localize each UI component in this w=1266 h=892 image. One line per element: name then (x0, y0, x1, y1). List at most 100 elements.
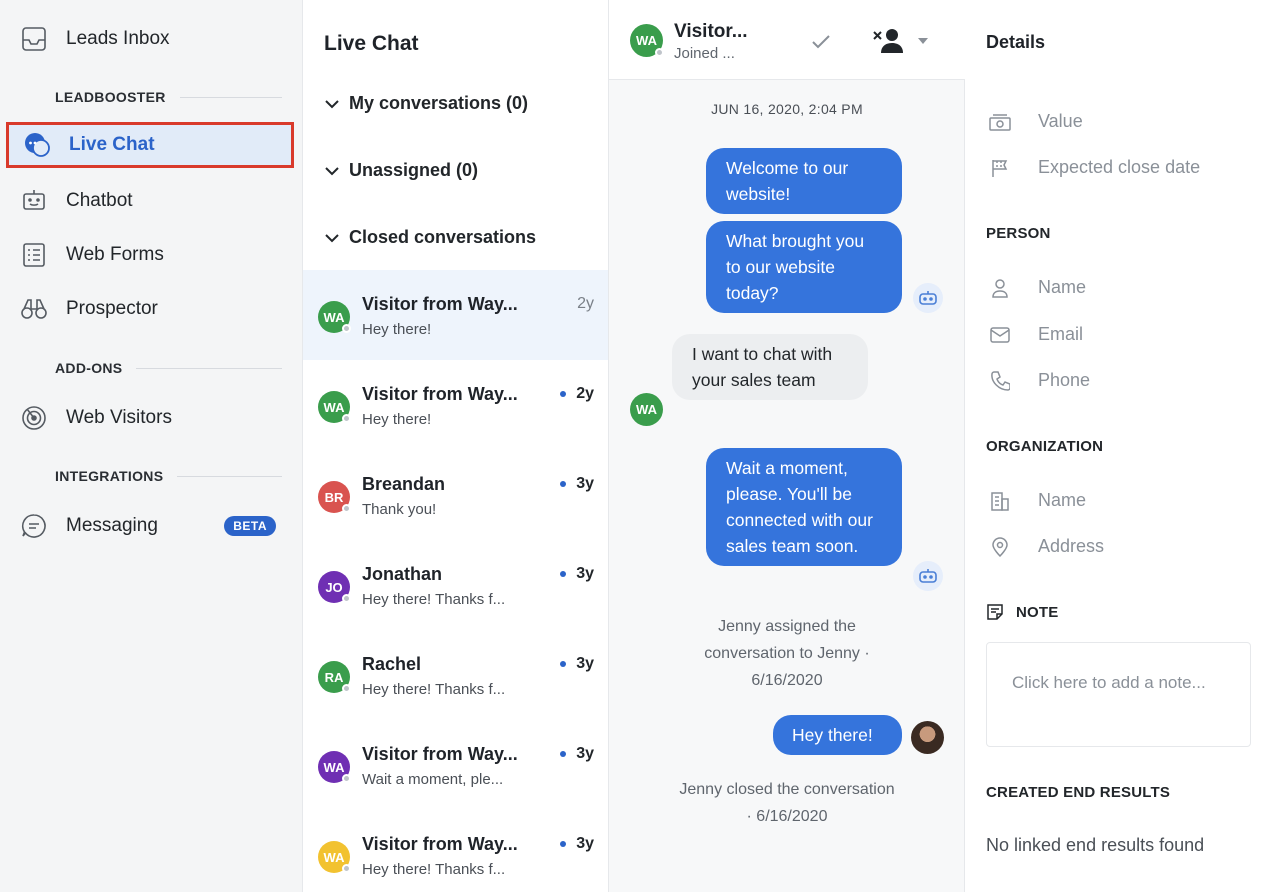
status-dot (342, 324, 351, 333)
live-chat-icon (23, 131, 51, 159)
conversation-name: Rachel (362, 654, 422, 674)
field-person-phone[interactable]: Phone (986, 370, 1090, 391)
conversation-time: 3y (560, 745, 594, 763)
unread-dot (560, 661, 567, 667)
conversation-item[interactable]: WA Visitor from Way... Hey there! 2y (303, 360, 608, 450)
field-org-name[interactable]: Name (986, 490, 1086, 511)
conversation-name: Visitor from Way... (362, 744, 518, 764)
chat-panel: WA Visitor... Joined ... JUN 16, 2020, 2… (609, 0, 965, 892)
visitor-avatar: WA (630, 24, 664, 57)
conversation-item[interactable]: WA Visitor from Way... Hey there! Thanks… (303, 810, 608, 892)
section-created-end-results: CREATED END RESULTS (986, 784, 1171, 801)
conversation-item[interactable]: WA Visitor from Way... Wait a moment, pl… (303, 720, 608, 810)
field-person-email-label: Email (1038, 324, 1084, 344)
nav-live-chat[interactable]: Live Chat (6, 122, 294, 168)
binoculars-icon (20, 295, 48, 323)
phone-icon (986, 370, 1014, 391)
conversation-item[interactable]: BR Breandan Thank you! 3y (303, 450, 608, 540)
nav-leads-inbox[interactable]: Leads Inbox (6, 16, 294, 62)
group-closed[interactable]: Closed conversations (325, 227, 536, 248)
chatbot-icon (20, 187, 48, 215)
panel-title: Live Chat (324, 32, 419, 55)
note-icon (986, 603, 1004, 621)
field-person-name[interactable]: Name (986, 277, 1086, 298)
details-panel: Details Value Expected close date PERSON… (965, 0, 1266, 892)
nav-prospector[interactable]: Prospector (6, 286, 294, 332)
section-person: PERSON (986, 225, 1051, 242)
group-label: Closed conversations (349, 227, 537, 247)
nav-chatbot-label: Chatbot (66, 190, 133, 211)
nav-web-forms[interactable]: Web Forms (6, 232, 294, 278)
agent-avatar (911, 721, 944, 754)
conversation-name: Visitor from Way... (362, 294, 518, 314)
visitor-name: Visitor... (674, 21, 748, 42)
avatar: RA (318, 661, 351, 693)
system-message: Jenny closed the conversation · 6/16/202… (679, 781, 895, 825)
bot-icon (913, 561, 943, 591)
nav-leads-inbox-label: Leads Inbox (66, 28, 170, 49)
section-leadbooster: LEADBOOSTER (55, 89, 282, 105)
conversation-preview: Thank you! (362, 501, 437, 518)
avatar-initials: RA (324, 669, 344, 685)
avatar-initials: WA (323, 849, 345, 865)
details-title: Details (986, 32, 1046, 52)
unassign-user-icon (873, 29, 903, 53)
conversation-item[interactable]: WA Visitor from Way... Hey there! 2y (303, 270, 608, 360)
avatar-initials: WA (323, 399, 345, 415)
conversation-time: 3y (560, 655, 594, 673)
beta-badge: BETA (224, 516, 276, 536)
section-integrations-label: INTEGRATIONS (55, 468, 164, 484)
conversation-preview: Hey there! Thanks f... (362, 591, 506, 608)
section-addons: ADD-ONS (55, 360, 282, 376)
mark-done-button[interactable] (809, 30, 833, 54)
visitor-status: Joined ... (674, 45, 735, 62)
field-expected-close[interactable]: Expected close date (986, 157, 1200, 178)
nav-chatbot[interactable]: Chatbot (6, 178, 294, 224)
unread-dot (560, 481, 567, 487)
group-my-conversations[interactable]: My conversations (0) (325, 93, 528, 114)
conversation-item[interactable]: JO Jonathan Hey there! Thanks f... 3y (303, 540, 608, 630)
field-value-label: Value (1038, 111, 1083, 131)
group-unassigned[interactable]: Unassigned (0) (325, 160, 478, 181)
status-dot (342, 684, 351, 693)
avatar: WA (318, 301, 351, 333)
conversation-name: Visitor from Way... (362, 384, 518, 404)
section-note: NOTE (986, 603, 1058, 621)
radar-icon (20, 404, 48, 432)
field-org-address-label: Address (1038, 536, 1105, 556)
divider (177, 475, 282, 477)
field-org-address[interactable]: Address (986, 536, 1104, 557)
time-label: 3y (576, 565, 594, 582)
field-person-email[interactable]: Email (986, 324, 1083, 345)
nav-prospector-label: Prospector (66, 298, 158, 319)
status-dot (342, 864, 351, 873)
note-input[interactable]: Click here to add a note... (986, 642, 1251, 747)
conversation-date: JUN 16, 2020, 2:04 PM (711, 101, 863, 117)
chevron-down-icon (325, 166, 339, 176)
group-label: My conversations (0) (349, 93, 529, 113)
form-icon (20, 241, 48, 269)
visitor-avatar: WA (630, 393, 663, 426)
avatar: WA (318, 751, 351, 783)
avatar-initials: BR (324, 489, 344, 505)
time-label: 3y (576, 745, 594, 762)
field-value[interactable]: Value (986, 111, 1083, 132)
money-icon (986, 113, 1014, 131)
message-bubble-outgoing: Hey there! (773, 715, 902, 755)
section-organization: ORGANIZATION (986, 438, 1104, 455)
section-leadbooster-label: LEADBOOSTER (55, 89, 166, 105)
nav-web-visitors[interactable]: Web Visitors (6, 395, 294, 441)
field-person-name-label: Name (1038, 277, 1087, 297)
section-note-label: NOTE (1016, 603, 1059, 621)
status-dot (342, 414, 351, 423)
conversation-item[interactable]: RA Rachel Hey there! Thanks f... 3y (303, 630, 608, 720)
avatar-initials: WA (636, 33, 657, 48)
inbox-icon (20, 25, 48, 53)
status-dot (655, 48, 664, 57)
nav-messaging[interactable]: Messaging BETA (6, 503, 294, 549)
avatar: WA (318, 391, 351, 423)
flag-icon (986, 158, 1014, 178)
assign-user-button[interactable] (871, 26, 931, 56)
time-label: 2y (576, 385, 594, 402)
section-integrations: INTEGRATIONS (55, 468, 282, 484)
